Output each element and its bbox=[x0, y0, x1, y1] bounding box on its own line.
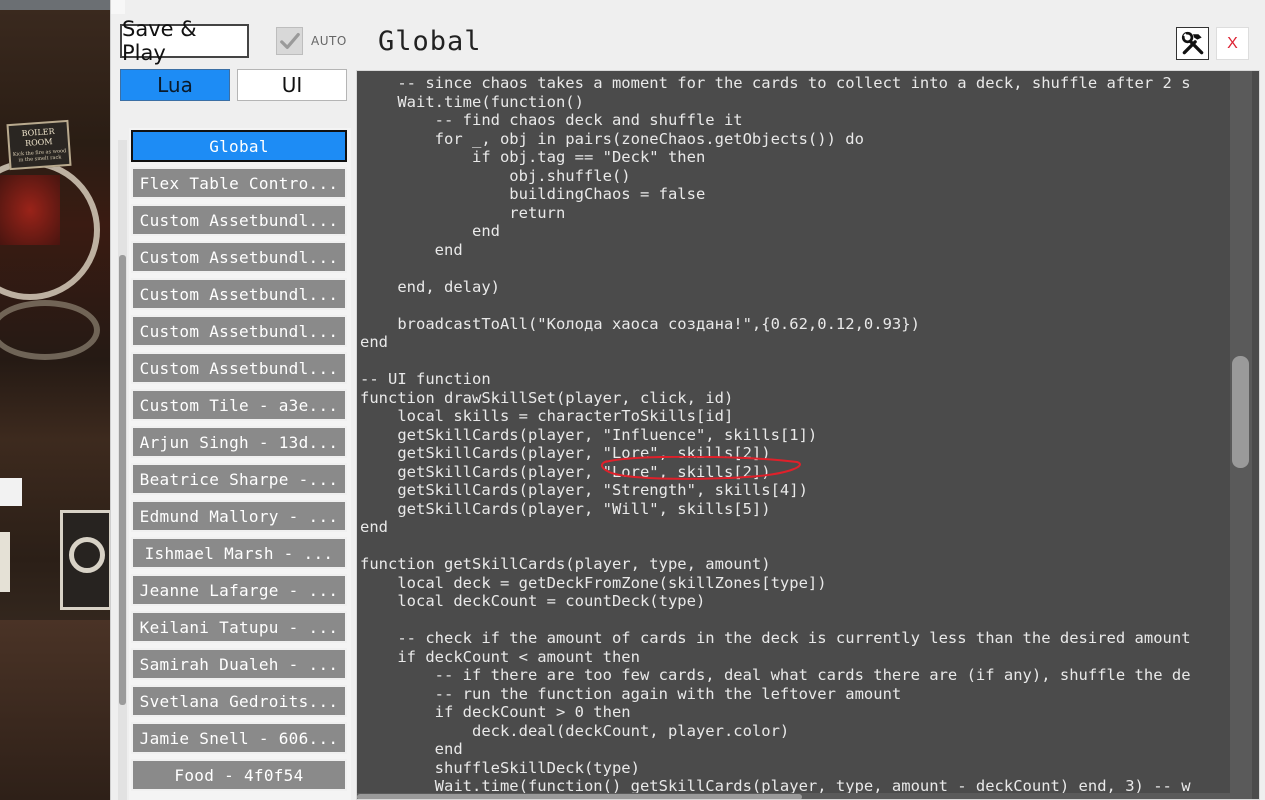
code-line: local skills = characterToSkills[id] bbox=[360, 407, 734, 425]
code-line: getSkillCards(player, "Strength", skills… bbox=[360, 481, 808, 499]
tab-ui[interactable]: UI bbox=[237, 69, 347, 101]
game-board-background: BOILER ROOM Kick the fire as wood in the… bbox=[0, 0, 112, 800]
script-list-item[interactable]: Custom Tile - a3e... bbox=[131, 389, 347, 421]
code-line: -- UI function bbox=[360, 370, 491, 388]
code-vertical-scrollbar[interactable] bbox=[1230, 71, 1252, 799]
code-horizontal-scroll-thumb[interactable] bbox=[357, 794, 802, 799]
code-line: end, delay) bbox=[360, 277, 500, 296]
script-list-scroll-thumb[interactable] bbox=[119, 255, 126, 705]
script-list: Global Flex Table Contro... Custom Assetbu… bbox=[129, 128, 351, 800]
code-line: shuffleSkillDeck(type) bbox=[360, 758, 640, 777]
code-line: function drawSkillSet(player, click, id) bbox=[360, 388, 734, 407]
hammer-wrench-icon bbox=[1181, 31, 1203, 54]
save-and-play-button[interactable]: Save & Play bbox=[120, 17, 249, 65]
script-list-item[interactable]: Edmund Mallory - ... bbox=[131, 500, 347, 532]
code-line: obj.shuffle() bbox=[360, 166, 631, 185]
code-line: Wait.time(function() bbox=[360, 92, 584, 111]
script-list-item[interactable]: Custom Assetbundl... bbox=[131, 352, 347, 384]
script-list-item[interactable]: Global bbox=[131, 130, 347, 162]
script-list-item[interactable]: Ishmael Marsh - ... bbox=[131, 537, 347, 569]
script-list-item[interactable]: Jamie Snell - 606... bbox=[131, 722, 347, 754]
script-list-scrollbar[interactable] bbox=[118, 140, 127, 800]
code-line: -- if there are too few cards, deal what… bbox=[360, 666, 1191, 684]
code-line: getSkillCards(player, "Lore", skills[2]) bbox=[360, 462, 771, 481]
script-list-item[interactable]: Jeanne Lafarge - ... bbox=[131, 574, 347, 606]
code-line: if obj.tag == "Deck" then bbox=[360, 148, 706, 166]
boiler-room-card[interactable]: BOILER ROOM Kick the fire as wood in the… bbox=[6, 119, 72, 171]
script-list-item[interactable]: Samirah Dualeh - ... bbox=[131, 648, 347, 680]
script-list-item[interactable]: Custom Assetbundl... bbox=[131, 278, 347, 310]
tab-lua[interactable]: Lua bbox=[120, 69, 230, 101]
board-token[interactable] bbox=[0, 478, 22, 506]
code-line: -- run the function again with the lefto… bbox=[360, 684, 902, 703]
code-line: -- find chaos deck and shuffle it bbox=[360, 111, 743, 129]
code-line: if deckCount < amount then bbox=[360, 647, 640, 666]
auto-checkbox[interactable] bbox=[276, 27, 303, 55]
code-line: if deckCount > 0 then bbox=[360, 703, 631, 721]
script-editor-window: Save & Play AUTO Global X Lua UI Global F… bbox=[110, 0, 1265, 800]
board-ring bbox=[0, 160, 100, 300]
window-corner bbox=[111, 0, 125, 14]
code-area[interactable]: -- since chaos takes a moment for the ca… bbox=[360, 74, 1230, 799]
code-line: -- since chaos takes a moment for the ca… bbox=[360, 74, 1191, 92]
code-line: end bbox=[360, 740, 463, 758]
code-line: broadcastToAll("Колода хаоса создана!",{… bbox=[360, 314, 920, 333]
code-editor[interactable]: -- since chaos takes a moment for the ca… bbox=[356, 70, 1260, 800]
tools-button[interactable] bbox=[1176, 27, 1209, 60]
code-line: -- check if the amount of cards in the d… bbox=[360, 629, 1191, 647]
close-button[interactable]: X bbox=[1216, 27, 1249, 60]
code-line: getSkillCards(player, "Influence", skill… bbox=[360, 425, 818, 444]
table-wood bbox=[0, 620, 112, 800]
code-line: local deck = getDeckFromZone(skillZones[… bbox=[360, 573, 827, 592]
code-vertical-scroll-thumb[interactable] bbox=[1232, 356, 1249, 468]
script-list-item[interactable]: Custom Assetbundl... bbox=[131, 241, 347, 273]
board-ring bbox=[0, 300, 100, 360]
code-horizontal-scrollbar[interactable] bbox=[357, 793, 1230, 799]
code-line: end bbox=[360, 222, 500, 240]
code-line: end bbox=[360, 240, 463, 259]
script-list-item[interactable]: Custom Assetbundl... bbox=[131, 315, 347, 347]
code-line: buildingChaos = false bbox=[360, 185, 706, 203]
code-line: getSkillCards(player, "Will", skills[5]) bbox=[360, 499, 771, 518]
code-line: return bbox=[360, 203, 566, 222]
board-card-edge[interactable] bbox=[0, 532, 10, 592]
script-title: Global bbox=[378, 26, 482, 57]
board-top-edge bbox=[0, 0, 112, 10]
checkmark-icon bbox=[279, 32, 300, 50]
card-text: Kick the fire as wood in the smelt rack bbox=[12, 148, 67, 164]
auto-label: AUTO bbox=[311, 34, 347, 48]
script-list-item[interactable]: Custom Assetbundl... bbox=[131, 204, 347, 236]
code-line: end bbox=[360, 333, 388, 351]
code-line: function getSkillCards(player, type, amo… bbox=[360, 555, 771, 573]
script-list-item[interactable]: Flex Table Contro... bbox=[131, 167, 347, 199]
script-list-item[interactable]: Beatrice Sharpe -... bbox=[131, 463, 347, 495]
code-line: local deckCount = countDeck(type) bbox=[360, 592, 706, 610]
code-line: end bbox=[360, 518, 388, 536]
code-line: deck.deal(deckCount, player.color) bbox=[360, 721, 790, 740]
script-list-item[interactable]: Keilani Tatupu - ... bbox=[131, 611, 347, 643]
code-line: for _, obj in pairs(zoneChaos.getObjects… bbox=[360, 129, 864, 148]
code-line: getSkillCards(player, "Lore", skills[2]) bbox=[360, 444, 771, 462]
script-list-item[interactable]: Arjun Singh - 13d... bbox=[131, 426, 347, 458]
board-card[interactable] bbox=[60, 510, 112, 610]
script-list-item[interactable]: Food - 4f0f54 bbox=[131, 759, 347, 791]
script-list-item[interactable]: Svetlana Gedroits... bbox=[131, 685, 347, 717]
